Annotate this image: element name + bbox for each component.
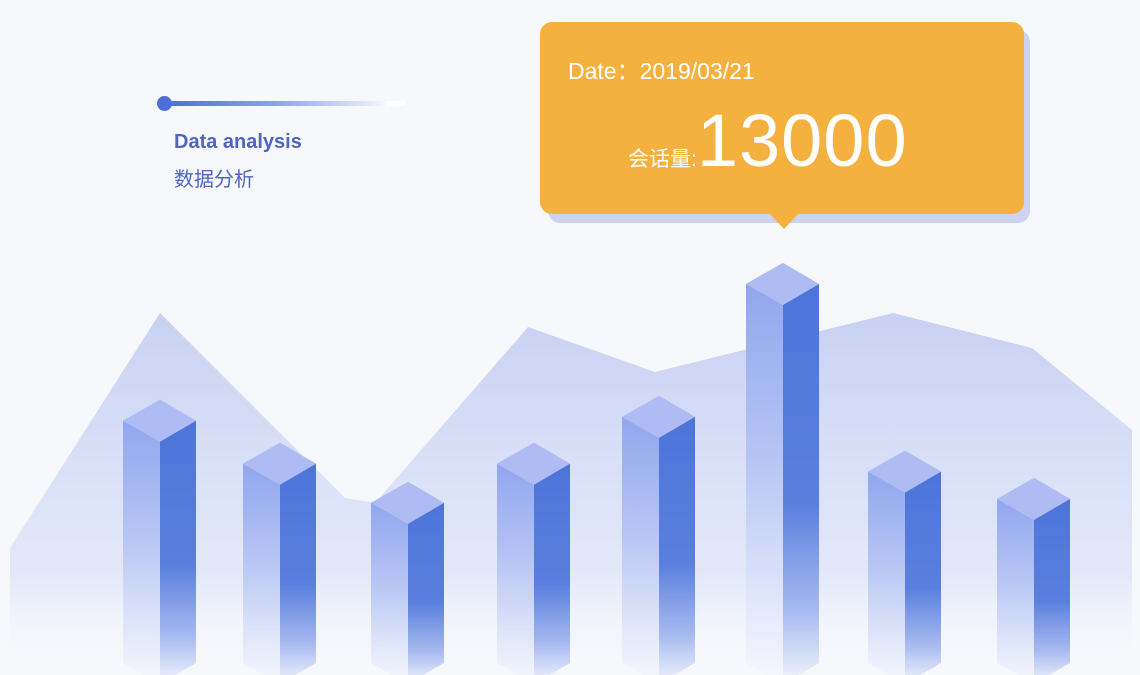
header-decor-line xyxy=(166,101,384,106)
bar-front-face xyxy=(243,463,280,675)
title-chinese: 数据分析 xyxy=(174,169,254,191)
value-tooltip: Date：2019/03/21 会话量:13000 xyxy=(540,22,1024,214)
bar-front-face xyxy=(997,498,1034,675)
tooltip-date: Date：2019/03/21 xyxy=(568,58,755,84)
bar-2 xyxy=(243,442,316,675)
bar-side-face xyxy=(160,420,196,675)
tooltip-metric-row: 会话量:13000 xyxy=(628,98,908,183)
pointer-arrow-icon xyxy=(768,212,800,229)
bar-front-face xyxy=(746,283,783,675)
tooltip-metric-value: 13000 xyxy=(696,99,908,182)
bar-3 xyxy=(371,481,444,675)
bar-side-face xyxy=(534,463,570,675)
bar-side-face xyxy=(1034,498,1070,675)
bar-front-face xyxy=(622,416,659,675)
bar-side-face xyxy=(280,463,316,675)
bar-side-face xyxy=(659,416,695,675)
bar-front-face xyxy=(371,502,408,675)
bar-front-face xyxy=(497,463,534,675)
title-english: Data analysis xyxy=(174,131,302,153)
bar-4 xyxy=(497,442,570,675)
bar-6 xyxy=(746,262,819,675)
bar-front-face xyxy=(868,471,905,675)
bar-8 xyxy=(997,477,1070,675)
bar-5 xyxy=(622,395,695,675)
bar-front-face xyxy=(123,420,160,675)
bar-side-face xyxy=(408,502,444,675)
header-decor-tick xyxy=(386,101,405,106)
bar-7 xyxy=(868,450,941,675)
bar-side-face xyxy=(905,471,941,675)
bar-1 xyxy=(123,399,196,675)
tooltip-metric-label: 会话量: xyxy=(628,148,697,171)
bar-side-face xyxy=(783,283,819,675)
